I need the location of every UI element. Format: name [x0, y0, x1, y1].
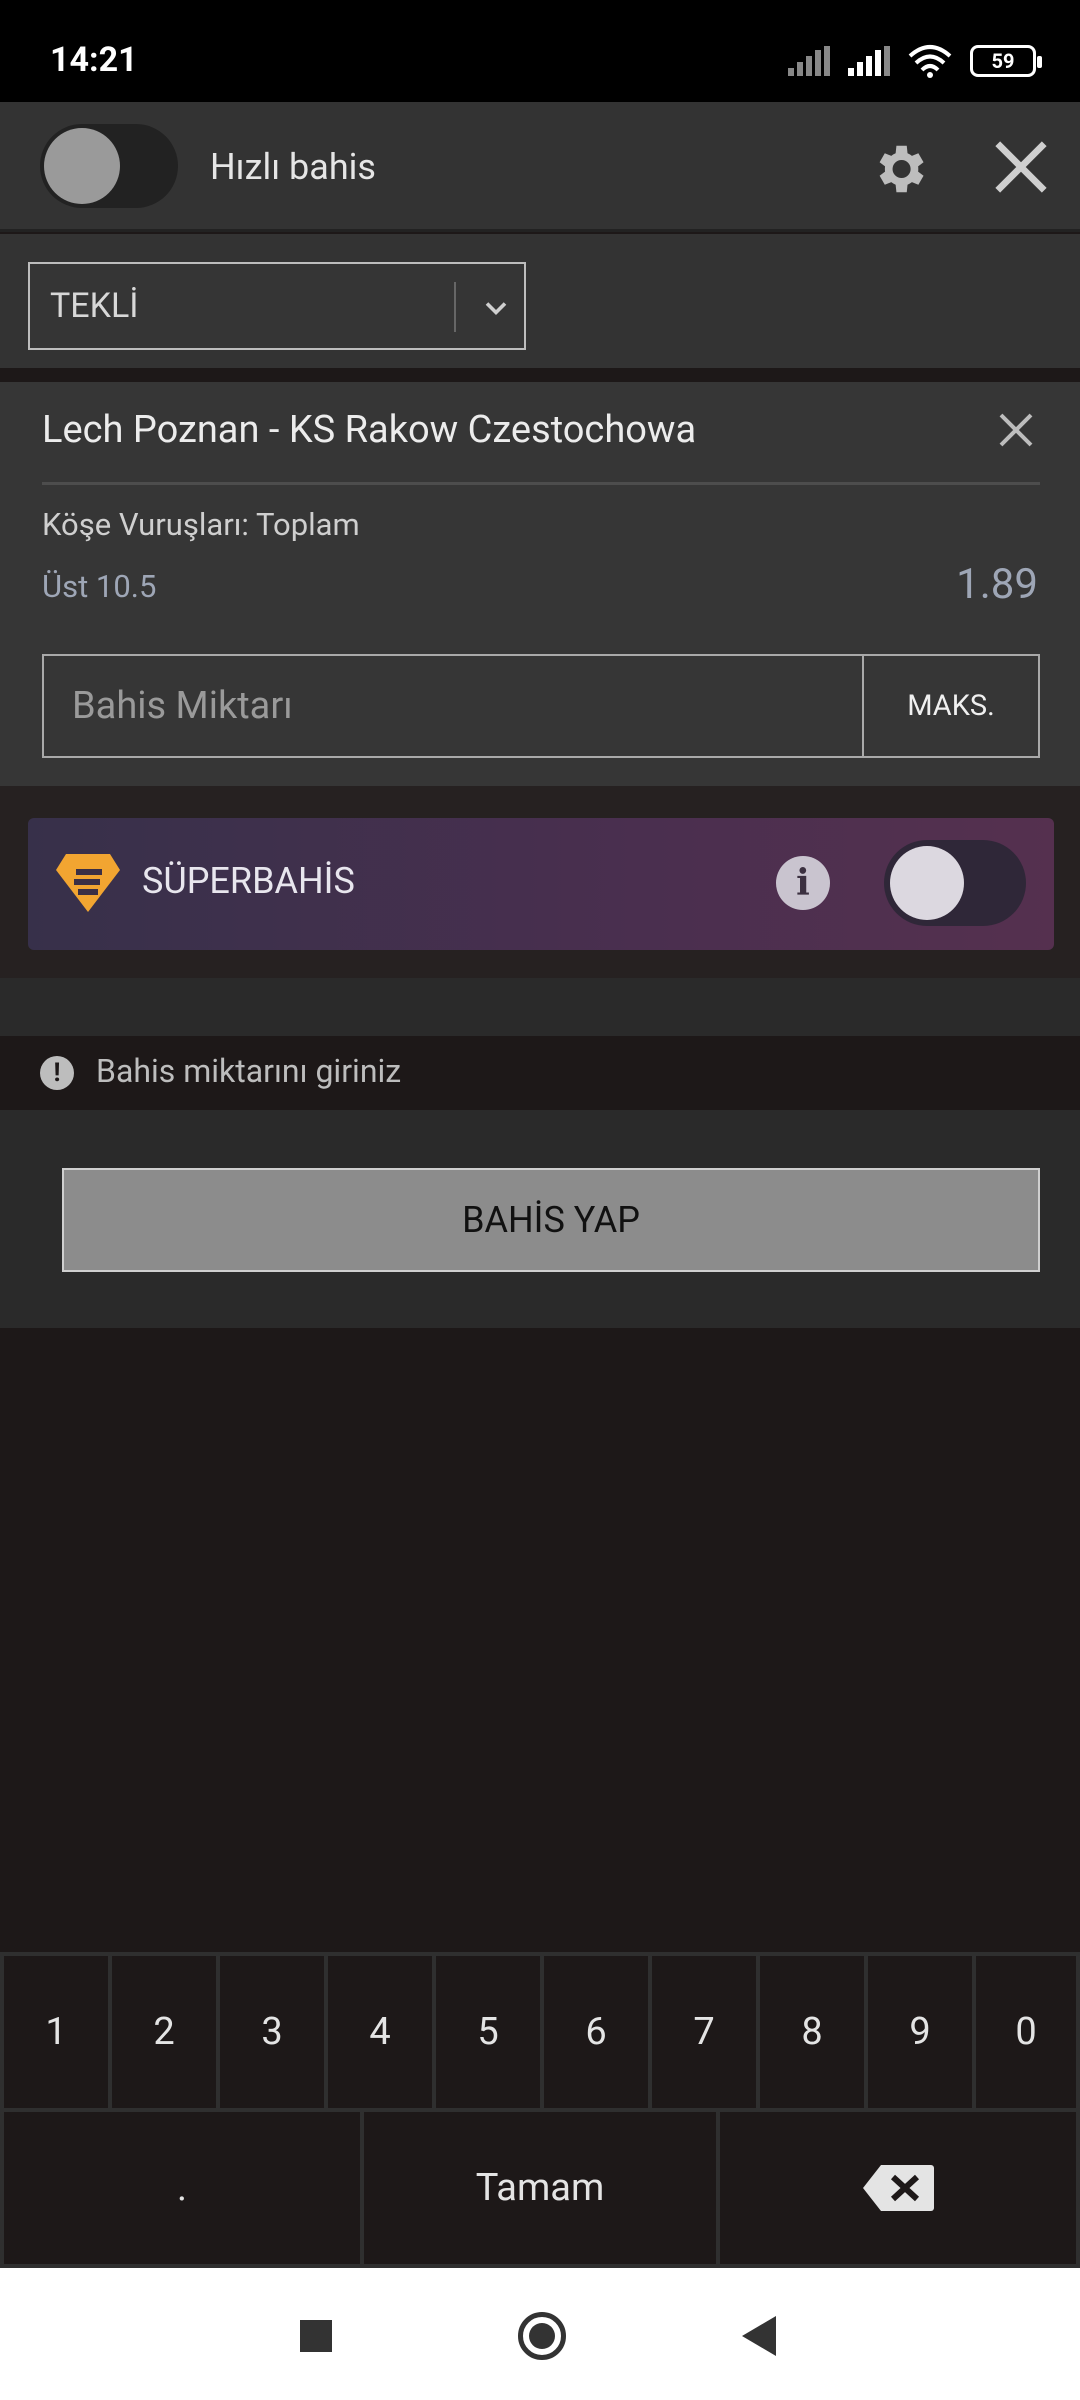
backspace-icon [863, 2165, 934, 2211]
chevron-down-icon [485, 302, 507, 316]
quick-bet-toggle[interactable] [40, 124, 178, 208]
toggle-knob [890, 846, 964, 920]
bet-type-select[interactable]: TEKLİ [28, 262, 526, 350]
key-3[interactable]: 3 [220, 1956, 324, 2108]
gear-icon[interactable] [868, 138, 930, 200]
key-2[interactable]: 2 [112, 1956, 216, 2108]
key-6[interactable]: 6 [544, 1956, 648, 2108]
card-divider [42, 482, 1040, 485]
place-bet-button[interactable]: BAHİS YAP [62, 1168, 1040, 1272]
superbahis-label: SÜPERBAHİS [142, 860, 355, 902]
key-9[interactable]: 9 [868, 1956, 972, 2108]
superbahis-toggle[interactable] [884, 840, 1026, 926]
key-0[interactable]: 0 [976, 1956, 1076, 2108]
exclamation-icon: ! [40, 1056, 74, 1090]
recent-apps-icon[interactable] [300, 2320, 332, 2352]
match-title: Lech Poznan - KS Rakow Czestochowa [42, 408, 697, 452]
superbahis-logo-icon [56, 854, 120, 912]
spacer [0, 978, 1080, 1036]
key-dot[interactable]: . [4, 2112, 360, 2264]
market-name: Köşe Vuruşları: Toplam [42, 506, 360, 543]
key-5[interactable]: 5 [436, 1956, 540, 2108]
remove-bet-icon[interactable] [996, 410, 1036, 450]
signal-icon [788, 46, 830, 76]
info-icon[interactable]: i [776, 856, 830, 910]
key-8[interactable]: 8 [760, 1956, 864, 2108]
key-4[interactable]: 4 [328, 1956, 432, 2108]
signal-icon-2 [848, 46, 890, 76]
key-1[interactable]: 1 [4, 1956, 108, 2108]
toggle-knob [44, 128, 120, 204]
max-stake-button[interactable]: MAKS. [862, 656, 1038, 756]
status-icons: 59 [788, 44, 1042, 78]
battery-level: 59 [991, 49, 1015, 73]
bet-type-value: TEKLİ [50, 286, 139, 326]
warning-text: Bahis miktarını giriniz [96, 1052, 402, 1090]
key-7[interactable]: 7 [652, 1956, 756, 2108]
key-backspace[interactable] [720, 2112, 1076, 2264]
status-bar: 14:21 59 [0, 0, 1080, 102]
back-icon[interactable] [742, 2316, 776, 2356]
key-done[interactable]: Tamam [364, 2112, 716, 2264]
quick-bet-label: Hızlı bahis [210, 146, 377, 188]
wifi-icon [908, 45, 952, 78]
stake-input[interactable] [44, 656, 864, 756]
battery-icon: 59 [970, 45, 1042, 77]
home-icon[interactable] [518, 2312, 566, 2360]
close-icon[interactable] [990, 136, 1052, 198]
odds-value: 1.89 [956, 560, 1038, 609]
select-separator [454, 282, 456, 332]
stake-field: MAKS. [42, 654, 1040, 758]
status-time: 14:21 [50, 40, 138, 80]
selection-name: Üst 10.5 [42, 568, 157, 605]
